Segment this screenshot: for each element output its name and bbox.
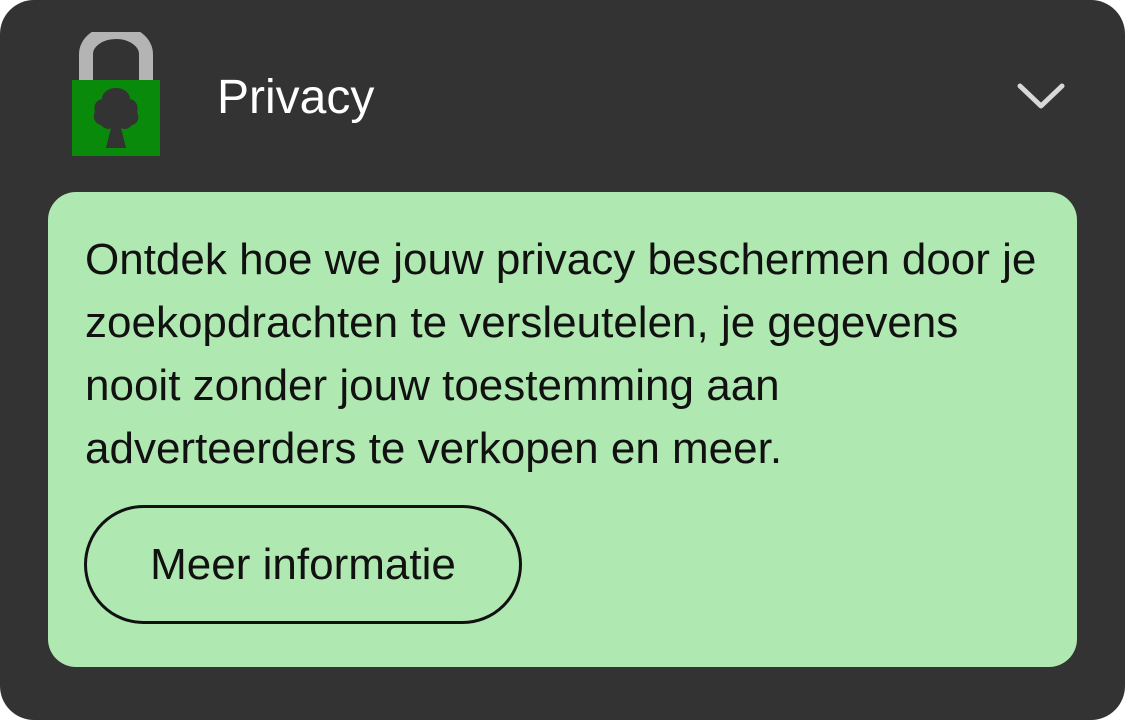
privacy-header[interactable]: Privacy [0,0,1125,192]
section-title: Privacy [217,71,375,124]
privacy-card: Privacy Ontdek hoe we jouw privacy besch… [0,0,1125,720]
privacy-info-panel: Ontdek hoe we jouw privacy beschermen do… [48,192,1077,667]
more-info-button[interactable]: Meer informatie [84,505,522,624]
privacy-description: Ontdek hoe we jouw privacy beschermen do… [85,235,1037,473]
chevron-down-icon[interactable] [1014,76,1068,116]
lock-tree-icon [72,32,160,156]
